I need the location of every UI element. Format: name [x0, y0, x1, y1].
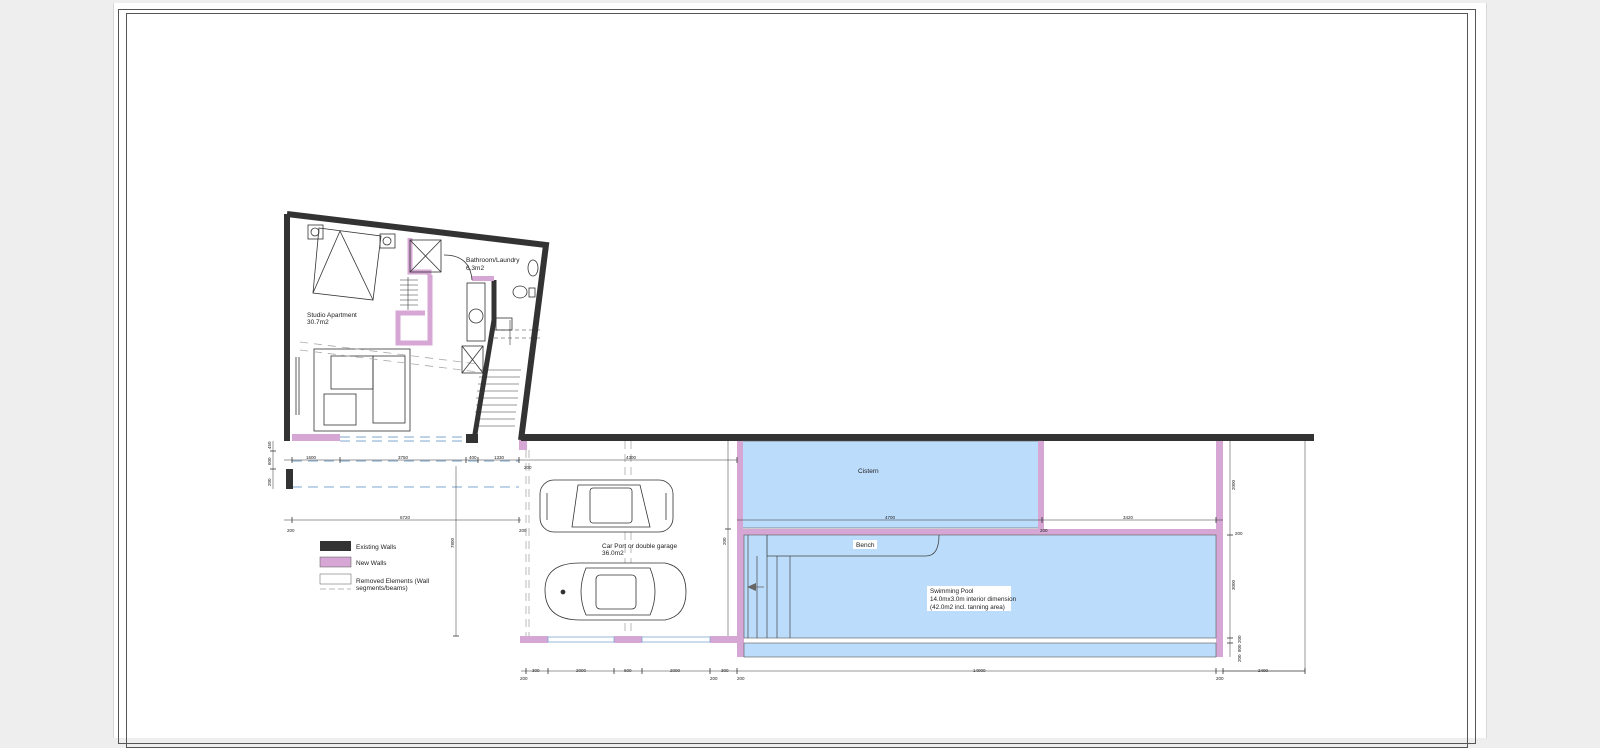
svg-text:400: 400: [469, 455, 477, 460]
new-wall-bath-mid: [472, 276, 494, 281]
svg-text:2400: 2400: [1258, 668, 1269, 673]
pool-area: (42.0m2 incl. tanning area): [930, 604, 1005, 611]
pool-wall-left: [737, 529, 744, 657]
car-top: [539, 479, 674, 533]
floor-plan: Studio Apartment 30.7m2 Bathroom/Laundry…: [267, 211, 1314, 681]
legend-swatch-removed: [319, 573, 352, 585]
svg-text:600: 600: [624, 668, 632, 673]
svg-text:200: 200: [267, 478, 272, 486]
svg-text:200: 200: [722, 537, 727, 545]
svg-text:2000: 2000: [576, 668, 587, 673]
svg-text:3000: 3000: [1231, 579, 1236, 590]
svg-text:3750: 3750: [398, 455, 409, 460]
svg-text:300: 300: [721, 668, 729, 673]
bed: [307, 224, 396, 301]
bathroom-area: 6.3m2: [466, 265, 484, 272]
cistern-label: Cistern: [858, 468, 879, 475]
new-wall-bottom-right: [519, 440, 527, 450]
svg-text:1600: 1600: [306, 455, 317, 460]
swimming-pool: Bench Swimming Pool 14.0mx3.0m interior …: [737, 529, 1223, 658]
svg-text:4300: 4300: [626, 455, 637, 460]
pool-dimensions: 14.0mx3.0m interior dimension: [930, 596, 1017, 603]
svg-text:200: 200: [519, 528, 527, 533]
studio-label: Studio Apartment: [307, 312, 357, 319]
legend-swatch-new: [319, 556, 352, 568]
svg-text:3420: 3420: [1123, 515, 1134, 520]
carport-area: 36.0m2: [602, 550, 624, 557]
closet-hangers: [400, 277, 418, 310]
removed-elements: [292, 436, 519, 488]
svg-text:300: 300: [532, 668, 540, 673]
pool-wall-right: [1216, 529, 1223, 657]
svg-text:200: 200: [1237, 635, 1242, 643]
svg-text:200: 200: [710, 676, 718, 681]
svg-text:7800: 7800: [450, 537, 455, 548]
bathroom-label: Bathroom/Laundry: [466, 257, 520, 264]
wall-stub: [466, 434, 478, 443]
svg-text:200: 200: [287, 528, 295, 533]
new-wall-bottom-left: [292, 434, 340, 441]
pool-label: Swimming Pool: [930, 588, 973, 595]
svg-text:2000: 2000: [1231, 479, 1236, 490]
carport-label: Car Port or double garage: [602, 543, 678, 550]
existing-boundary-wall: [521, 434, 1314, 441]
legend: Existing Walls New Walls Removed Element…: [319, 541, 430, 592]
studio-apartment: Studio Apartment 30.7m2 Bathroom/Laundry…: [284, 211, 550, 488]
svg-text:200: 200: [520, 676, 528, 681]
svg-text:200: 200: [1235, 531, 1243, 536]
carport: Car Port or double garage 36.0m2: [520, 441, 738, 643]
svg-text:600: 600: [267, 457, 272, 465]
stair-wall: [471, 280, 497, 441]
pool-wall-top: [737, 529, 1223, 535]
tanning-area: [743, 642, 1217, 658]
existing-wall-stub-left: [286, 469, 293, 489]
svg-text:800: 800: [1237, 644, 1242, 652]
svg-text:4700: 4700: [885, 515, 896, 520]
svg-text:200: 200: [524, 465, 532, 470]
legend-removed-label-1: Removed Elements (Wall: [356, 578, 430, 585]
car-bottom: [544, 562, 687, 621]
svg-text:1330: 1330: [494, 455, 505, 460]
legend-removed-label-2: segments/beams): [356, 585, 408, 592]
bench-label: Bench: [856, 542, 875, 549]
svg-text:200: 200: [1040, 528, 1048, 533]
sofa: [295, 348, 411, 432]
svg-text:200: 200: [1216, 676, 1224, 681]
cistern: Cistern: [737, 440, 1223, 529]
svg-text:6720: 6720: [400, 515, 411, 520]
studio-existing-wall-top-right: [286, 211, 550, 441]
svg-text:200: 200: [737, 676, 745, 681]
svg-text:14000: 14000: [973, 668, 986, 673]
svg-text:450: 450: [267, 441, 272, 449]
legend-swatch-existing: [320, 541, 351, 551]
svg-text:2000: 2000: [670, 668, 681, 673]
studio-area: 30.7m2: [307, 319, 329, 326]
legend-new-label: New Walls: [356, 560, 387, 567]
svg-text:200: 200: [1237, 654, 1242, 662]
legend-existing-label: Existing Walls: [356, 544, 397, 551]
